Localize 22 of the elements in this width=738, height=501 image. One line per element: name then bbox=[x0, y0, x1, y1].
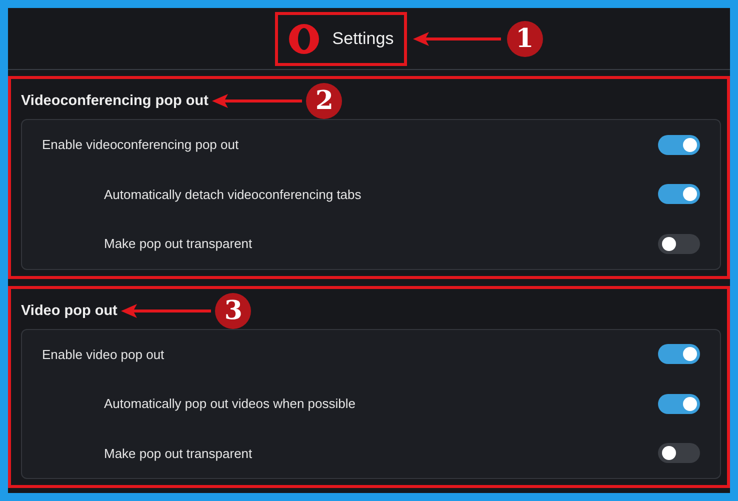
setting-label: Automatically detach videoconferencing tabs bbox=[104, 186, 362, 202]
section-title: Videoconferencing pop out bbox=[21, 93, 208, 109]
toggle-switch[interactable] bbox=[658, 443, 700, 464]
setting-label: Enable videoconferencing pop out bbox=[42, 137, 239, 152]
section-title: Video pop out bbox=[21, 302, 118, 318]
browser-logo-icon bbox=[288, 22, 320, 54]
setting-label: Make pop out transparent bbox=[104, 236, 252, 252]
callout-number: 1 bbox=[506, 20, 543, 56]
arrow-icon bbox=[212, 94, 302, 108]
callout-number: 3 bbox=[215, 292, 252, 328]
arrow-icon bbox=[121, 304, 212, 318]
toggle-switch[interactable] bbox=[658, 394, 700, 414]
toggle-switch[interactable] bbox=[658, 234, 700, 254]
toggle-switch[interactable] bbox=[658, 344, 700, 364]
toggle-switch[interactable] bbox=[658, 134, 700, 155]
arrow-icon bbox=[412, 32, 501, 46]
setting-label: Enable video pop out bbox=[42, 346, 164, 362]
setting-label: Make pop out transparent bbox=[104, 446, 252, 461]
setting-label: Automatically pop out videos when possible bbox=[104, 396, 356, 412]
page-title: Settings bbox=[332, 28, 394, 48]
callout-number: 2 bbox=[306, 83, 342, 119]
toggle-switch[interactable] bbox=[658, 184, 700, 204]
